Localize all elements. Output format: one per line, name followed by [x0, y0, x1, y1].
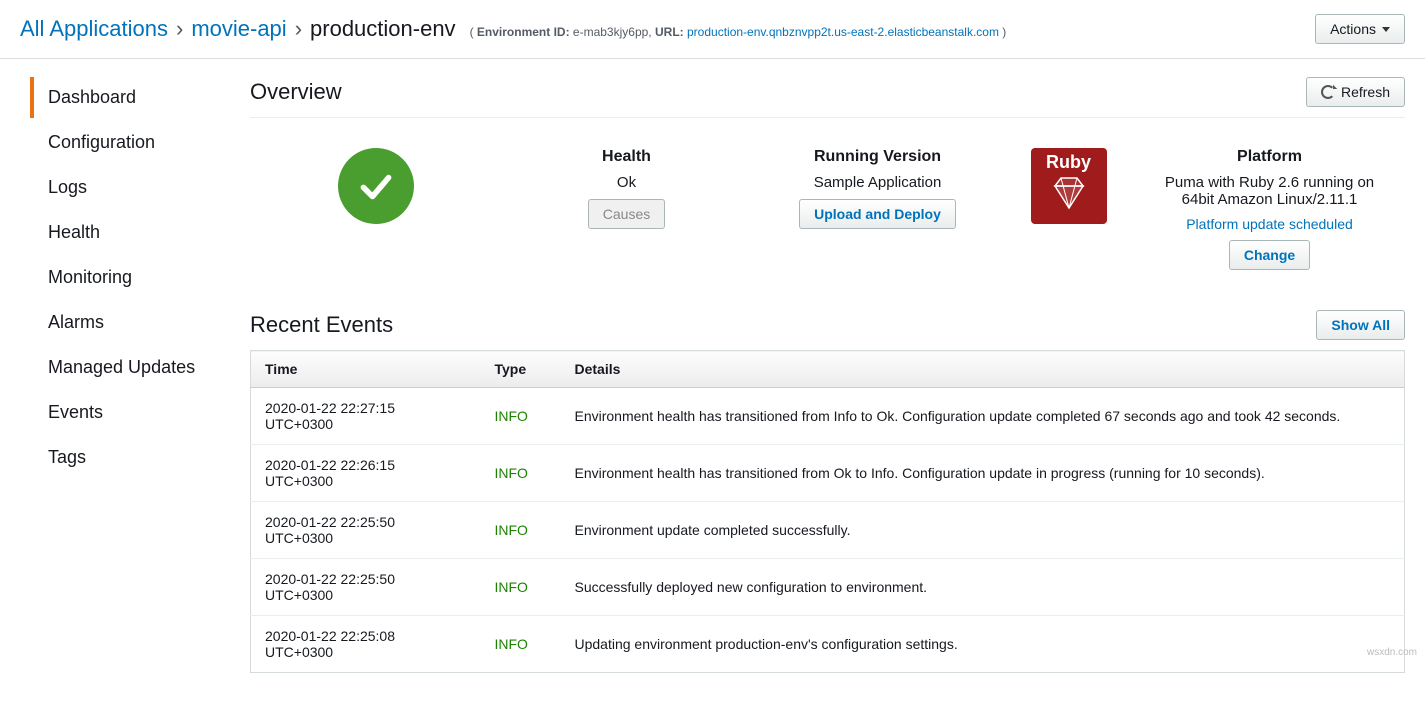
table-row: 2020-01-22 22:25:50 UTC+0300INFOSuccessf… — [251, 559, 1405, 616]
table-row: 2020-01-22 22:26:15 UTC+0300INFOEnvironm… — [251, 445, 1405, 502]
version-col: Running Version Sample Application Uploa… — [768, 148, 988, 229]
page-header: All Applications › movie-api › productio… — [0, 0, 1425, 59]
breadcrumb-env: production-env — [310, 16, 456, 42]
sidebar-item-alarms[interactable]: Alarms — [30, 302, 220, 343]
refresh-icon — [1321, 85, 1335, 99]
ruby-logo-icon: Ruby — [1031, 148, 1107, 224]
show-all-button[interactable]: Show All — [1316, 310, 1405, 340]
event-time: 2020-01-22 22:25:50 UTC+0300 — [251, 502, 481, 559]
platform-update-link[interactable]: Platform update scheduled — [1186, 216, 1353, 232]
actions-dropdown[interactable]: Actions — [1315, 14, 1405, 44]
platform-logo-col: Ruby — [1019, 148, 1119, 224]
env-url-link[interactable]: production-env.qnbznvpp2t.us-east-2.elas… — [687, 25, 999, 39]
sidebar-item-configuration[interactable]: Configuration — [30, 122, 220, 163]
event-time: 2020-01-22 22:25:08 UTC+0300 — [251, 616, 481, 673]
version-value: Sample Application — [814, 174, 942, 191]
ruby-word: Ruby — [1046, 152, 1091, 173]
upload-deploy-button[interactable]: Upload and Deploy — [799, 199, 956, 229]
event-type: INFO — [481, 445, 561, 502]
attribution: wsxdn.com — [1367, 647, 1417, 658]
env-id-label: Environment ID: — [477, 25, 570, 39]
event-details: Successfully deployed new configuration … — [561, 559, 1405, 616]
col-time: Time — [251, 351, 481, 388]
event-details: Environment health has transitioned from… — [561, 445, 1405, 502]
env-meta: ( Environment ID: e-mab3kjy6pp, URL: pro… — [470, 25, 1007, 39]
refresh-label: Refresh — [1341, 84, 1390, 100]
breadcrumb-sep: › — [295, 16, 302, 42]
chevron-down-icon — [1382, 27, 1390, 32]
layout: DashboardConfigurationLogsHealthMonitori… — [0, 59, 1425, 703]
col-details: Details — [561, 351, 1405, 388]
event-time: 2020-01-22 22:27:15 UTC+0300 — [251, 388, 481, 445]
event-type: INFO — [481, 502, 561, 559]
causes-button[interactable]: Causes — [588, 199, 665, 229]
overview-title: Overview — [250, 79, 342, 105]
sidebar-item-logs[interactable]: Logs — [30, 167, 220, 208]
version-label: Running Version — [814, 148, 941, 166]
overview-header: Overview Refresh — [250, 77, 1405, 118]
table-row: 2020-01-22 22:27:15 UTC+0300INFOEnvironm… — [251, 388, 1405, 445]
sidebar-item-dashboard[interactable]: Dashboard — [30, 77, 220, 118]
sidebar-item-tags[interactable]: Tags — [30, 437, 220, 478]
events-title: Recent Events — [250, 312, 393, 338]
col-type: Type — [481, 351, 561, 388]
actions-label: Actions — [1330, 21, 1376, 37]
health-col: Health Ok Causes — [517, 148, 737, 229]
platform-col: Platform Puma with Ruby 2.6 running on 6… — [1150, 148, 1390, 270]
refresh-button[interactable]: Refresh — [1306, 77, 1405, 107]
event-details: Updating environment production-env's co… — [561, 616, 1405, 673]
sidebar-item-health[interactable]: Health — [30, 212, 220, 253]
health-value: Ok — [617, 174, 636, 191]
health-ok-icon — [338, 148, 414, 224]
events-table: Time Type Details 2020-01-22 22:27:15 UT… — [250, 350, 1405, 673]
breadcrumb-app-link[interactable]: movie-api — [191, 16, 286, 42]
status-row: Health Ok Causes Running Version Sample … — [250, 128, 1405, 300]
main-content: Overview Refresh Health Ok Causes Runnin… — [220, 59, 1425, 703]
health-label: Health — [602, 148, 651, 166]
sidebar-item-managed-updates[interactable]: Managed Updates — [30, 347, 220, 388]
env-id-value: e-mab3kjy6pp, — [573, 25, 652, 39]
sidebar-item-monitoring[interactable]: Monitoring — [30, 257, 220, 298]
event-details: Environment update completed successfull… — [561, 502, 1405, 559]
sidebar-item-events[interactable]: Events — [30, 392, 220, 433]
event-details: Environment health has transitioned from… — [561, 388, 1405, 445]
sidebar: DashboardConfigurationLogsHealthMonitori… — [0, 59, 220, 703]
event-type: INFO — [481, 559, 561, 616]
platform-value: Puma with Ruby 2.6 running on 64bit Amaz… — [1150, 174, 1390, 208]
breadcrumb: All Applications › movie-api › productio… — [20, 16, 1006, 42]
event-type: INFO — [481, 616, 561, 673]
platform-label: Platform — [1237, 148, 1302, 166]
event-time: 2020-01-22 22:25:50 UTC+0300 — [251, 559, 481, 616]
event-time: 2020-01-22 22:26:15 UTC+0300 — [251, 445, 481, 502]
events-header: Recent Events Show All — [250, 310, 1405, 340]
breadcrumb-sep: › — [176, 16, 183, 42]
table-row: 2020-01-22 22:25:08 UTC+0300INFOUpdating… — [251, 616, 1405, 673]
table-row: 2020-01-22 22:25:50 UTC+0300INFOEnvironm… — [251, 502, 1405, 559]
health-icon-col — [266, 148, 486, 224]
change-button[interactable]: Change — [1229, 240, 1310, 270]
breadcrumb-root-link[interactable]: All Applications — [20, 16, 168, 42]
events-header-row: Time Type Details — [251, 351, 1405, 388]
event-type: INFO — [481, 388, 561, 445]
env-url-label: URL: — [655, 25, 684, 39]
